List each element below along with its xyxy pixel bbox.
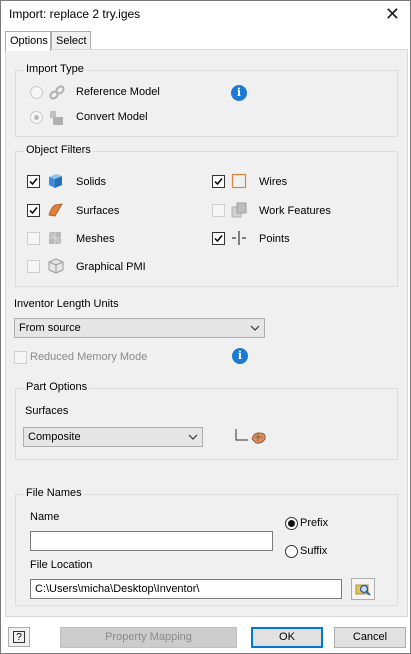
- title-bar: Import: replace 2 try.iges ✕: [1, 1, 410, 29]
- tab-select[interactable]: Select: [51, 31, 91, 50]
- mesh-icon: [48, 231, 62, 245]
- points-label: Points: [259, 233, 290, 245]
- wires-checkbox[interactable]: [212, 175, 225, 188]
- help-icon: ?: [13, 631, 25, 643]
- tab-options-label: Options: [10, 35, 48, 47]
- wire-icon: [231, 173, 247, 189]
- graphical-pmi-checkbox[interactable]: [27, 260, 40, 273]
- reference-model-label: Reference Model: [76, 86, 160, 98]
- solid-cube-icon: [49, 174, 62, 188]
- suffix-radio[interactable]: [285, 545, 298, 558]
- cancel-label: Cancel: [352, 631, 388, 643]
- object-filters-legend: Object Filters: [24, 144, 93, 156]
- solids-label: Solids: [76, 176, 106, 188]
- reference-model-icon: [49, 85, 65, 100]
- graphical-pmi-label: Graphical PMI: [76, 261, 146, 273]
- suffix-label: Suffix: [300, 545, 328, 557]
- meshes-checkbox[interactable]: [27, 232, 40, 245]
- surfaces-checkbox[interactable]: [27, 204, 40, 217]
- help-button[interactable]: ?: [8, 627, 30, 647]
- work-features-label: Work Features: [259, 205, 331, 217]
- file-location-input[interactable]: C:\Users\micha\Desktop\Inventor\: [30, 579, 342, 599]
- point-icon: [232, 231, 246, 245]
- chevron-down-icon: [188, 434, 198, 440]
- meshes-label: Meshes: [76, 233, 115, 245]
- import-type-info-icon[interactable]: i: [231, 85, 247, 101]
- part-surfaces-select[interactable]: Composite: [23, 427, 203, 447]
- browse-folder-icon: [355, 584, 371, 596]
- reference-model-radio[interactable]: [30, 86, 43, 99]
- object-filters-group: Object Filters Solids Surfaces Meshes Gr…: [15, 144, 398, 287]
- part-options-legend: Part Options: [24, 381, 90, 393]
- import-dialog: Import: replace 2 try.iges ✕ Options Sel…: [0, 0, 411, 654]
- part-surfaces-label: Surfaces: [25, 405, 69, 417]
- chevron-down-icon: [250, 325, 260, 331]
- work-feature-icon: [231, 202, 247, 218]
- browse-button[interactable]: [351, 578, 375, 600]
- property-mapping-label: Property Mapping: [105, 631, 192, 643]
- file-names-legend: File Names: [24, 487, 84, 499]
- ok-button[interactable]: OK: [251, 627, 323, 648]
- prefix-radio[interactable]: [285, 517, 298, 530]
- composite-surface-icon: [235, 429, 266, 444]
- part-surfaces-value: Composite: [28, 431, 81, 443]
- import-type-legend: Import Type: [24, 63, 86, 75]
- length-units-select[interactable]: From source: [14, 318, 265, 338]
- work-features-checkbox[interactable]: [212, 204, 225, 217]
- file-location-label: File Location: [30, 559, 93, 571]
- tab-select-label: Select: [56, 35, 87, 47]
- tab-options[interactable]: Options: [5, 31, 51, 51]
- prefix-label: Prefix: [300, 517, 329, 529]
- import-type-group: Import Type Reference Model i Convert Mo…: [15, 63, 398, 137]
- cancel-button[interactable]: Cancel: [334, 627, 406, 648]
- reduced-memory-label: Reduced Memory Mode: [30, 351, 148, 363]
- close-icon[interactable]: ✕: [385, 4, 400, 24]
- options-panel: Import Type Reference Model i Convert Mo…: [5, 49, 408, 617]
- surfaces-label: Surfaces: [76, 205, 120, 217]
- file-names-group: File Names Name Prefix Suffix File Locat…: [15, 487, 398, 606]
- length-units-value: From source: [19, 322, 81, 334]
- ok-label: OK: [279, 631, 295, 643]
- graphical-pmi-icon: [48, 258, 64, 274]
- wires-label: Wires: [259, 176, 288, 188]
- surface-icon: [48, 203, 63, 217]
- solids-checkbox[interactable]: [27, 175, 40, 188]
- part-options-group: Part Options Surfaces Composite: [15, 381, 398, 460]
- reduced-memory-checkbox[interactable]: [14, 351, 27, 364]
- name-label: Name: [30, 511, 60, 523]
- memory-info-icon[interactable]: i: [232, 348, 248, 364]
- convert-model-radio[interactable]: [30, 111, 43, 124]
- convert-model-icon: [50, 111, 63, 125]
- points-checkbox[interactable]: [212, 232, 225, 245]
- property-mapping-button[interactable]: Property Mapping: [60, 627, 237, 648]
- window-title: Import: replace 2 try.iges: [9, 7, 141, 21]
- name-input[interactable]: [30, 531, 273, 551]
- convert-model-label: Convert Model: [76, 111, 148, 123]
- length-units-label: Inventor Length Units: [14, 298, 119, 310]
- file-location-value: C:\Users\micha\Desktop\Inventor\: [35, 583, 200, 595]
